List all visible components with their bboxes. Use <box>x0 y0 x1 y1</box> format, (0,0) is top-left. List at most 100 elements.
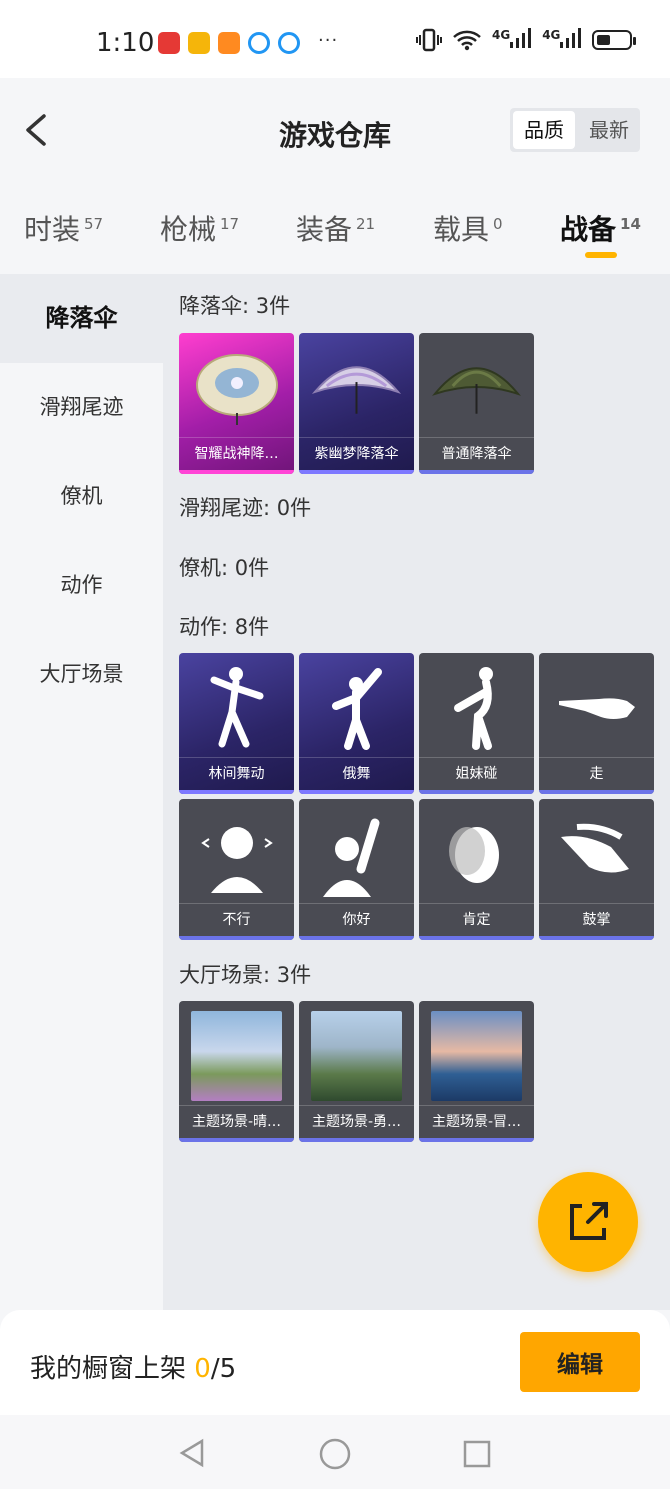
sidebar-item-lobby-scene[interactable]: 大厅场景 <box>0 630 163 719</box>
more-notifications: ··· <box>318 30 339 51</box>
item-label: 鼓掌 <box>539 903 654 936</box>
rarity-bar <box>419 790 534 794</box>
item-card[interactable]: 肯定 <box>419 799 534 940</box>
dancer-icon <box>309 661 404 753</box>
rarity-bar <box>419 1138 534 1142</box>
waving-person-icon <box>309 807 404 899</box>
item-label: 姐妹碰 <box>419 757 534 790</box>
section-title-wingman: 僚机: 0件 <box>179 556 270 580</box>
notification-icons <box>158 32 300 54</box>
item-label: 你好 <box>299 903 414 936</box>
sidebar-item-wingman[interactable]: 僚机 <box>0 452 163 541</box>
item-label: 主题场景-冒… <box>419 1105 534 1138</box>
clapping-hands-icon <box>549 807 644 899</box>
inventory-content: 降落伞: 3件 智耀战神降… 紫幽梦降落伞 普通降落伞 滑翔尾迹: 0件 僚机:… <box>163 274 670 1310</box>
video-app-icon <box>218 32 240 54</box>
huawei-app-icon <box>158 32 180 54</box>
item-card[interactable]: 主题场景-勇… <box>299 1001 414 1142</box>
lobby-scene-thumbnail <box>431 1011 522 1101</box>
item-card[interactable]: 智耀战神降… <box>179 333 294 474</box>
nodding-head-icon <box>429 807 524 899</box>
item-card[interactable]: 林间舞动 <box>179 653 294 794</box>
rarity-bar <box>539 790 654 794</box>
pointing-hand-icon <box>549 661 644 753</box>
item-label: 主题场景-勇… <box>299 1105 414 1138</box>
item-label: 肯定 <box>419 903 534 936</box>
browser-app-icon-2 <box>278 32 300 54</box>
parachute-icon <box>309 341 404 433</box>
item-label: 走 <box>539 757 654 790</box>
wifi-icon <box>453 30 481 51</box>
item-card[interactable]: 紫幽梦降落伞 <box>299 333 414 474</box>
sidebar-item-parachute[interactable]: 降落伞 <box>0 274 163 363</box>
rarity-bar <box>419 936 534 940</box>
shaking-head-icon <box>189 807 284 899</box>
share-button[interactable] <box>538 1172 638 1272</box>
vibrate-icon <box>416 28 442 52</box>
item-card[interactable]: 俄舞 <box>299 653 414 794</box>
rarity-bar <box>179 470 294 474</box>
nav-recents-icon[interactable] <box>462 1439 492 1469</box>
section-title-parachute: 降落伞: 3件 <box>179 294 291 318</box>
battery-icon <box>592 30 637 50</box>
sidebar-item-emote[interactable]: 动作 <box>0 541 163 630</box>
rarity-bar <box>179 936 294 940</box>
system-navigation-bar <box>0 1415 670 1489</box>
rarity-bar <box>539 936 654 940</box>
edit-button[interactable]: 编辑 <box>520 1332 640 1392</box>
lobby-scene-thumbnail <box>311 1011 402 1101</box>
sidebar-item-glide-trail[interactable]: 滑翔尾迹 <box>0 363 163 452</box>
rarity-bar <box>299 470 414 474</box>
item-card[interactable]: 不行 <box>179 799 294 940</box>
parachute-icon <box>189 341 284 433</box>
item-label: 不行 <box>179 903 294 936</box>
item-card[interactable]: 普通降落伞 <box>419 333 534 474</box>
rarity-bar <box>299 1138 414 1142</box>
tab-firearms[interactable]: 枪械 17 <box>160 208 239 248</box>
signal-icon-2: 4G <box>542 28 582 52</box>
item-card[interactable]: 姐妹碰 <box>419 653 534 794</box>
section-title-lobby: 大厅场景: 3件 <box>179 963 312 987</box>
rarity-bar <box>179 790 294 794</box>
item-label: 智耀战神降… <box>179 437 294 470</box>
browser-app-icon <box>248 32 270 54</box>
page-header: 游戏仓库 品质 最新 <box>0 78 670 188</box>
showcase-panel: 我的橱窗上架 0/5 编辑 <box>0 1310 670 1415</box>
showcase-status: 我的橱窗上架 0/5 <box>30 1354 237 1384</box>
status-bar: 1:10 ··· 4G 4G <box>0 0 670 78</box>
category-tabs: 时装 57 枪械 17 装备 21 载具 0 战备 14 <box>0 188 670 274</box>
item-label: 主题场景-晴… <box>179 1105 294 1138</box>
item-label: 普通降落伞 <box>419 437 534 470</box>
item-card[interactable]: 主题场景-晴… <box>179 1001 294 1142</box>
item-label: 林间舞动 <box>179 757 294 790</box>
tab-fashion[interactable]: 时装 57 <box>24 208 103 248</box>
active-tab-indicator <box>585 252 617 258</box>
status-time: 1:10 <box>96 28 155 58</box>
sort-by-quality[interactable]: 品质 <box>513 111 575 149</box>
sort-by-newest[interactable]: 最新 <box>578 108 640 152</box>
item-card[interactable]: 鼓掌 <box>539 799 654 940</box>
item-card[interactable]: 你好 <box>299 799 414 940</box>
item-label: 俄舞 <box>299 757 414 790</box>
item-card[interactable]: 走 <box>539 653 654 794</box>
rarity-bar <box>299 790 414 794</box>
section-title-emote: 动作: 8件 <box>179 615 270 639</box>
music-app-icon <box>188 32 210 54</box>
item-label: 紫幽梦降落伞 <box>299 437 414 470</box>
tab-vehicles[interactable]: 载具 0 <box>433 208 503 248</box>
signal-icon-1: 4G <box>492 28 532 52</box>
sub-category-sidebar: 降落伞 滑翔尾迹 僚机 动作 大厅场景 <box>0 274 163 1310</box>
tab-equipment[interactable]: 装备 21 <box>296 208 375 248</box>
system-icons: 4G 4G <box>416 28 637 52</box>
share-external-icon <box>570 1202 608 1240</box>
hip-bump-icon <box>429 661 524 753</box>
sort-toggle: 品质 最新 <box>510 108 640 152</box>
nav-back-icon[interactable] <box>176 1437 208 1469</box>
dancer-icon <box>189 661 284 753</box>
nav-home-icon[interactable] <box>318 1437 352 1471</box>
section-title-glide-trail: 滑翔尾迹: 0件 <box>179 496 312 520</box>
tab-combat-prep[interactable]: 战备 14 <box>560 208 641 248</box>
rarity-bar <box>299 936 414 940</box>
lobby-scene-thumbnail <box>191 1011 282 1101</box>
item-card[interactable]: 主题场景-冒… <box>419 1001 534 1142</box>
